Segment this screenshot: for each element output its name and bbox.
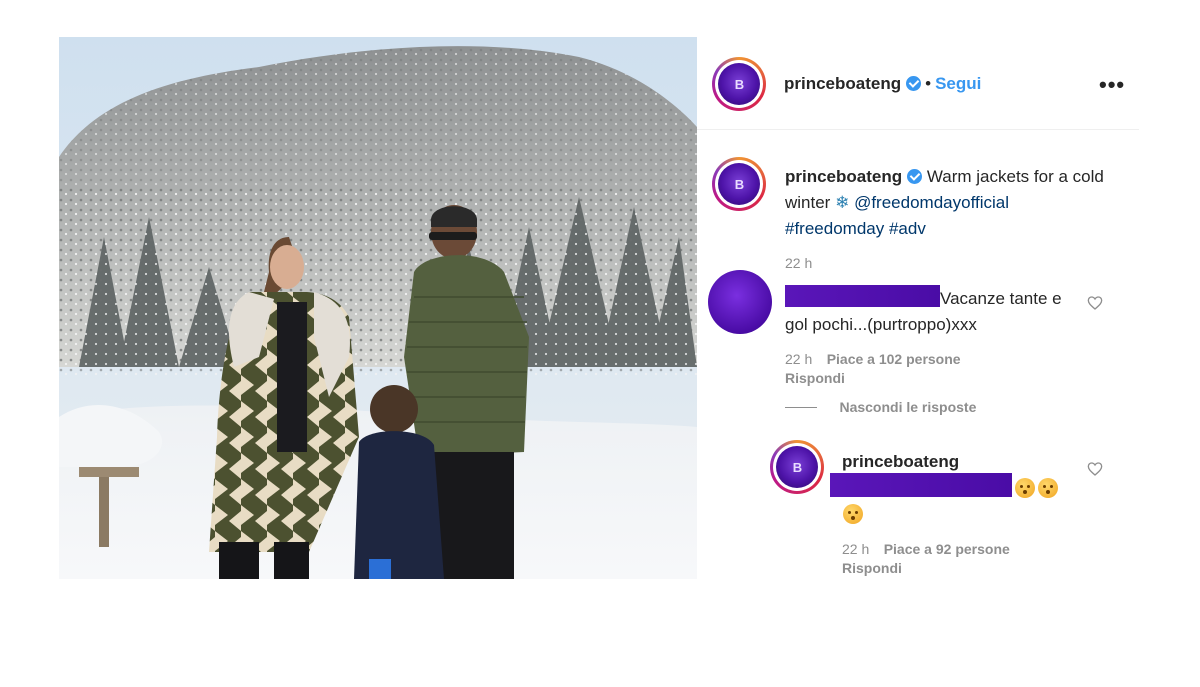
redacted-reply-text [830, 473, 1012, 497]
comment-time: 22 h [785, 351, 813, 367]
author-avatar[interactable]: B [712, 57, 766, 111]
face-with-open-mouth-emoji [843, 504, 863, 524]
follow-button[interactable]: Segui [935, 74, 981, 93]
snowy-family-photo [59, 37, 697, 579]
caption-avatar[interactable]: B [712, 157, 766, 211]
hide-replies-line [785, 407, 817, 408]
heart-outline-icon[interactable] [1087, 461, 1103, 477]
verified-badge-icon [907, 169, 923, 184]
author-avatar-image: B [718, 63, 760, 105]
mention-link[interactable]: @freedomdayofficial [854, 193, 1009, 212]
redacted-username [785, 285, 940, 307]
caption-avatar-image: B [718, 163, 760, 205]
hide-replies[interactable]: Nascondi le risposte [785, 399, 976, 417]
reply-avatar[interactable]: B [770, 440, 824, 494]
more-options-icon[interactable]: ••• [1099, 72, 1125, 98]
reply-avatar-image: B [776, 446, 818, 488]
post-header: princeboateng • Segui [784, 74, 981, 94]
reply-likes[interactable]: Piace a 92 persone [884, 541, 1010, 557]
hashtag-links[interactable]: #freedomday #adv [785, 219, 926, 238]
author-username[interactable]: princeboateng [784, 74, 901, 93]
caption-username[interactable]: princeboateng [785, 167, 902, 186]
comment-body: Vacanze tante e gol pochi...(purtroppo)x… [785, 285, 1075, 338]
post-image[interactable] [59, 37, 697, 579]
heart-outline-icon[interactable] [1087, 295, 1103, 311]
reply-reply-button[interactable]: Rispondi [842, 560, 902, 576]
commenter-avatar[interactable] [708, 270, 772, 334]
header-separator: • [925, 74, 932, 93]
reply-time: 22 h [842, 541, 870, 557]
hide-replies-label[interactable]: Nascondi le risposte [839, 399, 976, 415]
face-with-open-mouth-emoji [1015, 478, 1035, 498]
reply-body [830, 473, 1070, 529]
header-divider [697, 129, 1139, 130]
verified-badge-icon [906, 76, 922, 91]
post-caption: princeboateng Warm jackets for a cold wi… [785, 164, 1105, 242]
reply-meta: 22 h Piace a 92 persone [842, 541, 1010, 559]
snowflake-icon: ❄ [835, 193, 850, 212]
face-with-open-mouth-emoji [1038, 478, 1058, 498]
comment-reply-button[interactable]: Rispondi [785, 370, 845, 386]
reply-username[interactable]: princeboateng [842, 452, 959, 472]
caption-time: 22 h [785, 255, 813, 271]
comment-meta: 22 h Piace a 102 persone [785, 351, 961, 369]
comment-likes[interactable]: Piace a 102 persone [827, 351, 961, 367]
